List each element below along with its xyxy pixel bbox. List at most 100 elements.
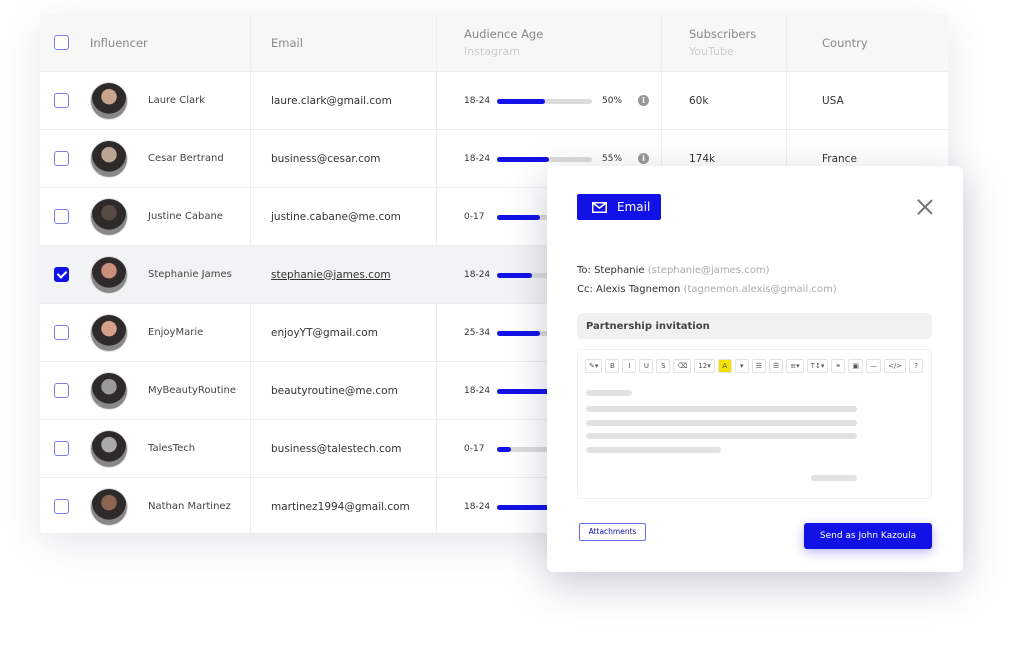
header-country[interactable]: Country: [822, 14, 868, 71]
avatar: [91, 83, 127, 119]
row-checkbox[interactable]: [54, 151, 69, 166]
to-field: To: Stephanie (stephanie@james.com): [577, 265, 769, 276]
toolbar-button[interactable]: ≡▾: [786, 359, 804, 373]
country: USA: [822, 94, 844, 107]
influencer-email[interactable]: enjoyYT@gmail.com: [271, 304, 378, 361]
audience-age-range: 18-24: [464, 153, 491, 164]
toolbar-button[interactable]: ⌫: [673, 359, 692, 373]
audience-progress-bar: [497, 99, 592, 104]
toolbar-button[interactable]: 12▾: [694, 359, 715, 373]
influencer-name[interactable]: Nathan Martinez: [148, 478, 231, 533]
avatar: [91, 373, 127, 409]
influencer-name[interactable]: EnjoyMarie: [148, 304, 203, 361]
toolbar-button[interactable]: —: [865, 359, 881, 373]
influencer-name[interactable]: Stephanie James: [148, 246, 232, 303]
subscriber-count: 60k: [689, 94, 709, 107]
text-placeholder-line: [586, 390, 632, 396]
cc-email: (tagnemon.alexis@gmail.com): [683, 284, 837, 295]
influencer-email[interactable]: business@cesar.com: [271, 130, 381, 187]
influencer-name[interactable]: TalesTech: [148, 420, 195, 477]
header-subscribers[interactable]: Subscribers YouTube: [689, 14, 756, 71]
row-checkbox[interactable]: [54, 441, 69, 456]
audience-age-range: 18-24: [464, 385, 491, 396]
message-editor[interactable]: ✎▾ B I U S ⌫ 12▾ A ▾ ☰ ☰ ≡▾ T↕▾ ⚭ ▣ — </>?: [577, 349, 932, 499]
header-influencer[interactable]: Influencer: [90, 14, 148, 71]
envelope-icon: [592, 201, 607, 213]
influencer-email[interactable]: beautyroutine@me.com: [271, 362, 398, 419]
toolbar-button[interactable]: U: [639, 359, 654, 373]
audience-progress-fill: [497, 505, 554, 510]
toolbar-button[interactable]: ⚭: [831, 359, 846, 373]
avatar: [91, 257, 127, 293]
toolbar-button[interactable]: T↕▾: [806, 359, 829, 373]
text-placeholder-line: [811, 475, 857, 481]
cc-name: Cc: Alexis Tagnemon: [577, 284, 681, 295]
row-checkbox[interactable]: [54, 325, 69, 340]
email-tab-button[interactable]: Email: [577, 194, 661, 220]
send-button[interactable]: Send as John Kazoula: [804, 523, 932, 549]
row-checkbox[interactable]: [54, 267, 69, 282]
table-row[interactable]: Laure Clark laure.clark@gmail.com 18-24 …: [40, 72, 948, 130]
toolbar-button[interactable]: </>: [883, 359, 907, 373]
header-audience-age-label: Audience Age: [464, 27, 544, 41]
toolbar-button[interactable]: ☰: [751, 359, 766, 373]
toolbar-button[interactable]: ✎▾: [585, 359, 603, 373]
table-header: Influencer Email Audience Age Instagram S…: [40, 14, 948, 72]
influencer-email[interactable]: laure.clark@gmail.com: [271, 72, 392, 129]
influencer-email[interactable]: business@talestech.com: [271, 420, 401, 477]
avatar: [91, 431, 127, 467]
text-placeholder-line: [586, 447, 721, 453]
toolbar-button[interactable]: ?: [909, 359, 924, 373]
audience-age-range: 18-24: [464, 269, 491, 280]
info-icon[interactable]: i: [638, 153, 649, 164]
influencer-name[interactable]: Justine Cabane: [148, 188, 223, 245]
influencer-name[interactable]: MyBeautyRoutine: [148, 362, 236, 419]
text-placeholder-line: [586, 433, 857, 439]
audience-progress-fill: [497, 99, 545, 104]
influencer-email[interactable]: stephanie@james.com: [271, 246, 391, 303]
row-checkbox[interactable]: [54, 209, 69, 224]
toolbar-button[interactable]: S: [656, 359, 671, 373]
audience-age-range: 0-17: [464, 443, 485, 454]
audience-progress-fill: [497, 215, 540, 220]
influencer-name[interactable]: Cesar Bertrand: [148, 130, 224, 187]
header-audience-age[interactable]: Audience Age Instagram: [464, 14, 543, 71]
audience-age-range: 0-17: [464, 211, 485, 222]
row-checkbox[interactable]: [54, 499, 69, 514]
audience-progress-bar: [497, 157, 592, 162]
audience-age-range: 18-24: [464, 95, 491, 106]
to-name: To: Stephanie: [577, 265, 645, 276]
toolbar-button[interactable]: ▾: [734, 359, 749, 373]
audience-age-range: 18-24: [464, 501, 491, 512]
avatar: [91, 199, 127, 235]
header-audience-age-sub: Instagram: [464, 45, 520, 58]
header-subscribers-label: Subscribers: [689, 27, 757, 41]
row-checkbox[interactable]: [54, 383, 69, 398]
toolbar-button[interactable]: A: [717, 359, 732, 373]
header-email[interactable]: Email: [271, 14, 303, 71]
email-tab-label: Email: [617, 200, 651, 214]
row-checkbox[interactable]: [54, 93, 69, 108]
audience-progress-fill: [497, 389, 554, 394]
toolbar-button[interactable]: B: [605, 359, 620, 373]
audience-age-range: 25-34: [464, 327, 491, 338]
attachments-button[interactable]: Attachments: [579, 523, 646, 541]
text-placeholder-line: [586, 420, 857, 426]
close-icon[interactable]: [917, 199, 933, 215]
toolbar-button[interactable]: ☰: [769, 359, 784, 373]
toolbar-button[interactable]: ▣: [848, 359, 863, 373]
influencer-name[interactable]: Laure Clark: [148, 72, 205, 129]
subject-input[interactable]: Partnership invitation: [577, 313, 932, 339]
select-all-checkbox[interactable]: [54, 35, 69, 50]
avatar: [91, 141, 127, 177]
to-email: (stephanie@james.com): [647, 265, 770, 276]
toolbar-button[interactable]: I: [622, 359, 637, 373]
audience-progress-fill: [497, 157, 550, 162]
avatar: [91, 315, 127, 351]
text-placeholder-line: [586, 406, 857, 412]
avatar: [91, 489, 127, 525]
influencer-email[interactable]: martinez1994@gmail.com: [271, 478, 410, 533]
info-icon[interactable]: i: [638, 95, 649, 106]
audience-percent: 50%: [602, 95, 623, 106]
influencer-email[interactable]: justine.cabane@me.com: [271, 188, 401, 245]
